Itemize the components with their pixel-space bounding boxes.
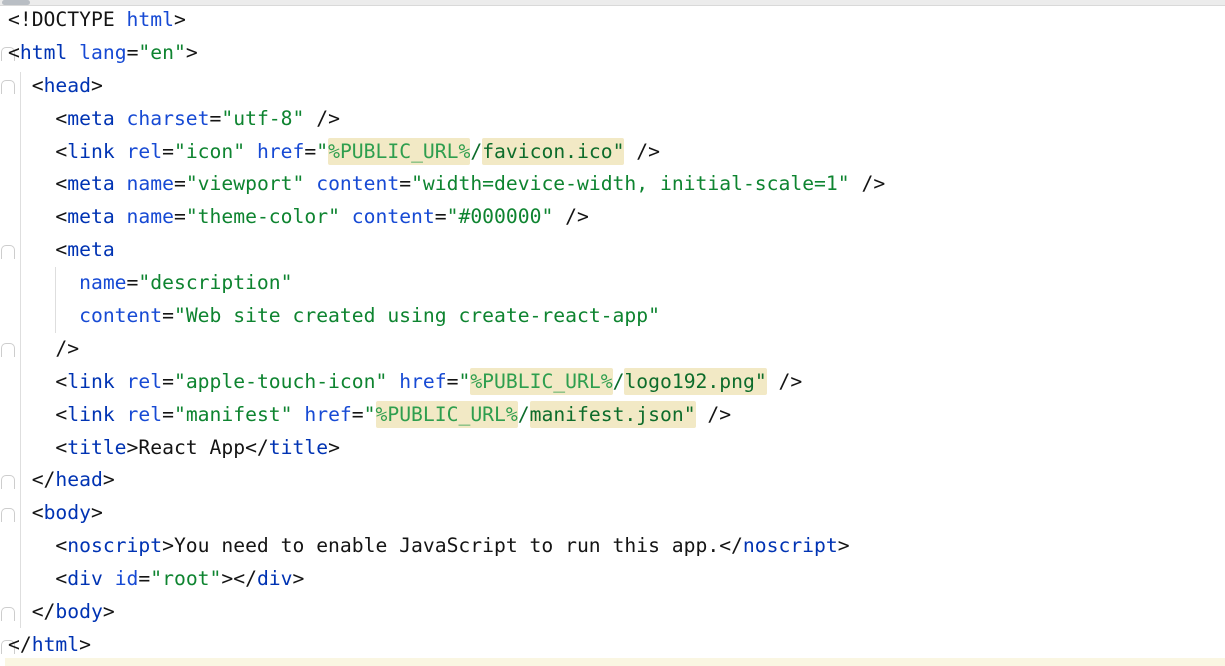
code-line: <meta [8,234,885,267]
code-line: <!DOCTYPE html> [8,4,885,37]
code-line: <head> [8,70,885,103]
code-line: <link rel="manifest" href="%PUBLIC_URL%/… [8,399,885,432]
code-line: </body> [8,596,885,629]
code-line: <noscript>You need to enable JavaScript … [8,530,885,563]
code-line: </html> [8,629,885,662]
code-text-area[interactable]: <!DOCTYPE html><html lang="en"> <head> <… [8,4,885,662]
code-line: /> [8,333,885,366]
code-line: <div id="root"></div> [8,563,885,596]
code-line: </head> [8,464,885,497]
code-line: <meta charset="utf-8" /> [8,103,885,136]
code-line: name="description" [8,267,885,300]
code-line: <body> [8,497,885,530]
code-line: <link rel="apple-touch-icon" href="%PUBL… [8,366,885,399]
code-line: <meta name="viewport" content="width=dev… [8,168,885,201]
code-line: <html lang="en"> [8,37,885,70]
code-line: <link rel="icon" href="%PUBLIC_URL%/favi… [8,136,885,169]
code-line: <title>React App</title> [8,432,885,465]
code-editor[interactable]: <!DOCTYPE html><html lang="en"> <head> <… [0,0,1225,666]
code-line: <meta name="theme-color" content="#00000… [8,201,885,234]
code-line: content="Web site created using create-r… [8,300,885,333]
